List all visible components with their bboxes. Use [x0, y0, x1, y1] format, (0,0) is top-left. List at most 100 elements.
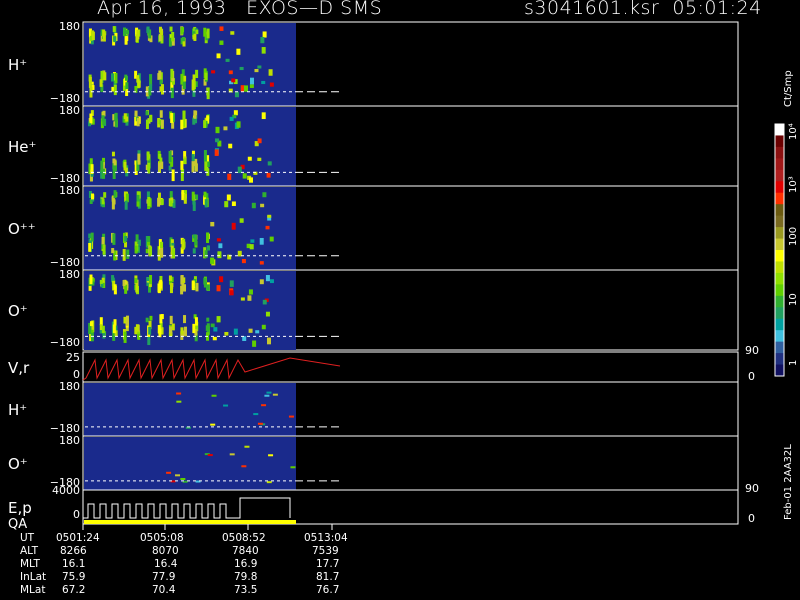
- spectrogram-pixel: [231, 78, 236, 83]
- spectrogram-pixel: [146, 152, 150, 161]
- spectrogram-pixel: [99, 317, 103, 326]
- spectrogram-pixel: [168, 275, 172, 281]
- spectrogram-pixel: [183, 315, 187, 324]
- spectrogram-pixel: [266, 481, 272, 484]
- orbit-info-table: UT 0501:24 0505:08 0508:52 0513:04 ALT 8…: [0, 528, 560, 600]
- spectrogram-pixel: [90, 232, 94, 242]
- spectrogram-pixel: [112, 233, 116, 245]
- spectrogram-pixel: [210, 221, 215, 227]
- spectrogram-pixel: [215, 126, 220, 134]
- spectrogram-pixel: [261, 47, 266, 54]
- spectrogram-pixel: [216, 238, 221, 242]
- spectrogram-pixel: [180, 275, 184, 282]
- spectrogram-pixel: [257, 138, 262, 144]
- spectrogram-pixel: [265, 275, 270, 282]
- spectrogram-pixel: [229, 453, 235, 456]
- spectrogram-pixel: [124, 200, 128, 210]
- spectrogram-pixel: [262, 31, 267, 38]
- spectrogram-pixel: [213, 327, 218, 332]
- spectrogram-pixel: [267, 337, 272, 345]
- spectrogram-pixel: [249, 77, 254, 85]
- spectrogram-pixel: [114, 72, 118, 84]
- spectrogram-pixel: [241, 258, 246, 264]
- spectrogram-pixel: [113, 190, 117, 199]
- spectrogram-pixel: [181, 240, 185, 250]
- spectrogram-pixel: [255, 330, 260, 334]
- spectrogram-pixel: [231, 201, 236, 207]
- spectrogram-pixel: [236, 48, 241, 55]
- spectrogram-pixel: [88, 76, 92, 88]
- file-time-label: s3041601.ksr 05:01:24: [524, 0, 762, 19]
- spectrogram-pixel: [112, 324, 116, 334]
- spectrogram-pixel: [136, 29, 140, 40]
- spectrogram-pixel: [206, 87, 210, 100]
- footer-value: 70.4: [152, 584, 176, 596]
- footer-value: 7539: [312, 545, 339, 557]
- spectrogram-pixel: [102, 120, 106, 125]
- spectrogram-pixel: [134, 278, 138, 284]
- spectrogram-pixel: [147, 196, 151, 206]
- footer-value: 77.9: [152, 571, 176, 583]
- spectrogram-pixel: [239, 66, 244, 71]
- spectrogram-pixel: [112, 26, 116, 33]
- colorbar-swatch: [775, 227, 784, 240]
- spectrogram-pixel: [206, 28, 210, 39]
- spectrogram-pixel: [102, 244, 106, 255]
- spectrogram-pixel: [192, 201, 196, 211]
- spectrogram-pixel: [229, 280, 234, 287]
- spectrogram-pixel: [288, 415, 294, 418]
- spectrogram-pixel: [158, 249, 162, 255]
- spectrogram-pixel: [89, 158, 93, 165]
- colorbar-swatch: [775, 250, 784, 262]
- spectrogram-pixel: [247, 295, 252, 301]
- spectrogram-pixel: [195, 69, 199, 79]
- spectrogram-pixel: [260, 36, 265, 44]
- spectrogram-pixel: [268, 454, 274, 457]
- spectrogram-pixel: [159, 314, 163, 324]
- spectrogram-pixel: [260, 203, 265, 208]
- spectrogram-pixel: [272, 393, 278, 396]
- colorbar-swatch: [775, 295, 784, 308]
- spectrogram-pixel: [101, 198, 105, 205]
- spectrogram-pixel: [145, 119, 149, 130]
- spectrogram-pixel: [183, 158, 187, 164]
- spectrogram-pixel: [91, 193, 95, 200]
- footer-value: 0505:08: [140, 532, 184, 544]
- spectrogram-pixel: [203, 27, 207, 37]
- spectrogram-pixel: [125, 315, 129, 326]
- spectrogram-pixel: [247, 156, 252, 161]
- panel-label: E,p: [8, 499, 32, 517]
- spectrogram-pixel: [158, 70, 162, 80]
- spectrogram-pixel: [160, 198, 164, 205]
- footer-label: MLT: [20, 558, 40, 570]
- spectrogram-pixel: [160, 31, 164, 36]
- spectrogram-pixel: [228, 70, 233, 75]
- spectrogram-pixel: [180, 285, 184, 295]
- colorbar-swatch: [775, 238, 784, 251]
- spectrogram-pixel: [210, 423, 216, 426]
- spectrogram-pixel: [175, 474, 181, 477]
- colorbar-tick-label: 10³: [788, 176, 799, 193]
- y-tick-label: 0: [73, 508, 80, 521]
- colorbar-title: Ct/Smp: [783, 70, 794, 107]
- colorbar-swatch: [775, 318, 784, 331]
- y-tick-label: 4000: [52, 484, 80, 497]
- spectrogram-pixel: [254, 68, 259, 73]
- spectrogram-pixel: [169, 200, 173, 207]
- colorbar-swatch: [775, 204, 784, 217]
- spectrogram-pixel: [125, 82, 129, 90]
- footer-value: 79.8: [234, 571, 258, 583]
- spectrogram-pixel: [171, 169, 175, 182]
- right-tick-label: 90: [745, 344, 759, 357]
- spectrogram-pixel: [223, 126, 228, 131]
- y-tick-label: −180: [50, 336, 80, 349]
- spectrogram-pixel: [182, 81, 186, 90]
- right-tick-label: 90: [745, 482, 759, 495]
- footer-label: ALT: [20, 545, 39, 557]
- spectrogram-pixel: [136, 117, 140, 127]
- y-tick-label: 180: [59, 380, 80, 393]
- spectrogram-pixel: [206, 245, 210, 251]
- spectrogram-pixel: [227, 173, 232, 180]
- spectrogram-pixel: [215, 138, 220, 143]
- colorbar-swatch: [775, 341, 784, 354]
